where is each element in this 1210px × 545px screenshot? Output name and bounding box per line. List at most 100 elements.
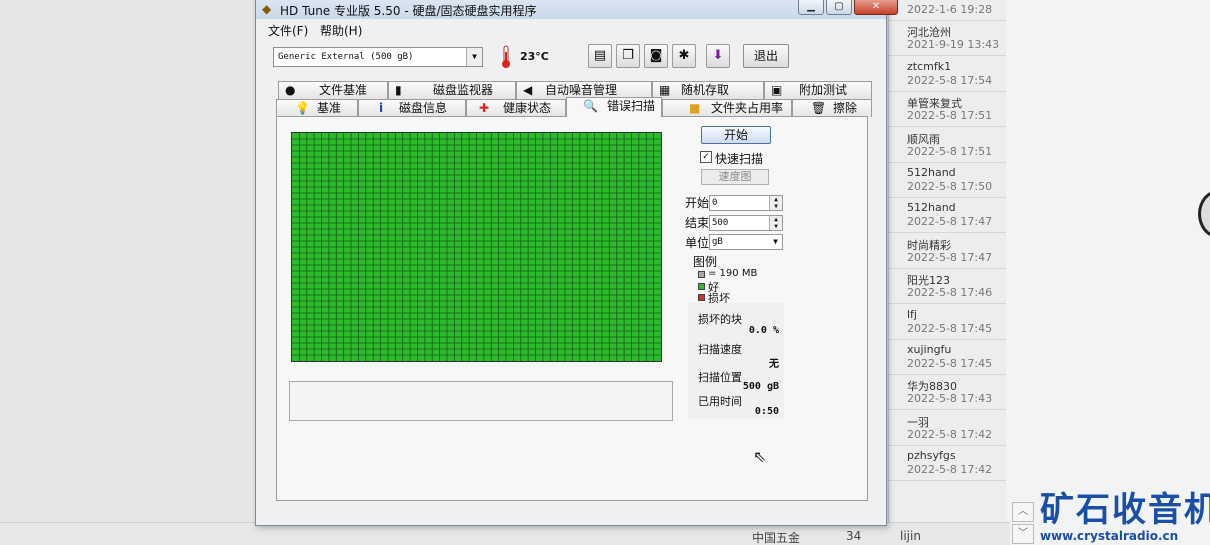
error-scan-panel: 开始 ✓ 快速扫描 速度图 开始 0 ▲ ▼ 结束 500 ▲ ▼ 单位 gB ▼ … (276, 116, 868, 501)
list-item-date: 2021-9-19 13:43 (907, 38, 1000, 52)
list-item[interactable]: 512hand 2022-5-8 17:47 (889, 198, 1007, 234)
watermark-brand: 矿石收音机 (1040, 490, 1210, 530)
start-field-label: 开始 (685, 196, 710, 210)
list-item-date: 2022-5-8 17:50 (907, 180, 993, 193)
screenshot-icon[interactable]: ◙ (644, 44, 668, 68)
scan-status-box (289, 381, 673, 421)
list-item-date: 2022-5-8 17:54 (907, 73, 993, 87)
minimize-button[interactable]: ▁ (798, 0, 824, 15)
list-item-date: 2022-5-8 17:42 (907, 427, 993, 441)
maximize-button[interactable]: ▢ (826, 0, 852, 15)
list-item[interactable]: ztcmfk1 2022-5-8 17:54 (889, 57, 1007, 92)
scan-stats: 损坏的块 0.0 % 扫描速度 无 扫描位置 500 gB 已用时间 0:50 (688, 303, 784, 419)
list-item-date: 2022-5-8 17:45 (907, 357, 993, 370)
start-scan-button[interactable]: 开始 (701, 126, 771, 144)
title-bar[interactable]: ◆ HD Tune 专业版 5.50 - 硬盘/固态硬盘实用程序 ▁ ▢ ✕ (256, 0, 898, 19)
app-icon: ◆ (262, 2, 272, 16)
list-item[interactable]: 时尚精彩 2022-5-8 17:47 (889, 234, 1007, 269)
watermark-url: www.crystalradio.cn (1040, 529, 1179, 543)
exit-button[interactable]: 退出 (743, 44, 789, 68)
list-item[interactable]: 阳光123 2022-5-8 17:46 (889, 269, 1007, 305)
speed-map-button[interactable]: 速度图 (701, 169, 769, 185)
thermometer-icon (502, 45, 510, 68)
list-item[interactable]: 2022-1-6 19:28 (889, 0, 1007, 21)
quick-scan-label: 快速扫描 (715, 152, 764, 166)
list-item[interactable]: 一羽 2022-5-8 17:42 (889, 411, 1007, 446)
scan-speed-value: 无 (769, 359, 779, 370)
browser-margin (1006, 0, 1210, 545)
extra-tests-icon: ▣ (771, 83, 783, 97)
copy-info-icon[interactable]: ▤ (588, 44, 612, 68)
close-button[interactable]: ✕ (854, 0, 898, 15)
window-title: HD Tune 专业版 5.50 - 硬盘/固态硬盘实用程序 (280, 4, 537, 18)
tab-erase[interactable]: 🗑 擦除 (792, 99, 872, 117)
scan-speed-label: 扫描速度 (698, 343, 742, 356)
list-item-date: 2022-5-8 17:46 (907, 286, 993, 300)
list-item[interactable]: xujingfu 2022-5-8 17:45 (889, 340, 1007, 375)
scroll-up-icon[interactable]: ︿ (1012, 502, 1034, 522)
end-field[interactable]: 500 ▲ ▼ (709, 215, 783, 231)
list-item[interactable]: 512hand 2022-5-8 17:50 (889, 163, 1007, 198)
list-item-date: 2022-5-8 17:47 (907, 250, 993, 264)
drive-select-value: Generic External (500 gB) (278, 52, 414, 62)
tab-disk-info[interactable]: i 磁盘信息 (358, 99, 466, 117)
file-benchmark-icon: ● (285, 83, 296, 97)
spinner-icon[interactable]: ▲ ▼ (769, 196, 782, 210)
start-field[interactable]: 0 ▲ ▼ (709, 195, 783, 211)
list-item[interactable]: pzhsyfgs 2022-5-8 17:42 (889, 446, 1007, 482)
list-item-name: xujingfu (907, 343, 952, 356)
list-item-name: lfj (907, 307, 917, 321)
tab-file-benchmark[interactable]: ● 文件基准 (278, 81, 388, 99)
folder-icon: ■ (689, 101, 701, 115)
list-item-date: 2022-1-6 19:28 (907, 3, 993, 16)
drive-select[interactable]: Generic External (500 gB) ▼ (273, 47, 483, 67)
trash-icon: 🗑 (811, 101, 827, 115)
copy-all-icon[interactable]: ❐ (616, 44, 640, 68)
spinner-icon[interactable]: ▲ ▼ (769, 216, 782, 230)
list-item-date: 2022-5-8 17:51 (907, 144, 993, 158)
magnifier-icon: 🔍 (583, 99, 598, 113)
list-item[interactable]: lfj 2022-5-8 17:45 (889, 305, 1007, 340)
end-field-value: 500 (712, 218, 729, 228)
scan-position-label: 扫描位置 (698, 371, 742, 384)
bottom-text-2: 34 (846, 529, 862, 543)
mouse-cursor-icon: ⇖ (753, 447, 767, 466)
tab-error-scan[interactable]: 🔍 错误扫描 (566, 97, 662, 117)
elapsed-time-value: 0:50 (754, 406, 779, 417)
list-item-date: 2022-5-8 17:47 (907, 215, 993, 229)
legend-good-swatch (698, 283, 705, 290)
tab-extra-tests[interactable]: ▣ 附加测试 (764, 81, 872, 99)
menu-file[interactable]: 文件(F) (268, 22, 308, 39)
end-field-label: 结束 (685, 216, 710, 230)
bar-chart-icon: ▮ (395, 83, 402, 97)
menu-help[interactable]: 帮助(H) (320, 22, 362, 39)
elapsed-time-label: 已用时间 (698, 395, 742, 408)
health-cross-icon: ✚ (479, 101, 490, 115)
tab-disk-monitor[interactable]: ▮ 磁盘监视器 (388, 81, 516, 99)
list-item-date: 2022-5-8 17:45 (907, 321, 993, 335)
start-field-value: 0 (712, 198, 718, 208)
tab-health[interactable]: ✚ 健康状态 (466, 99, 566, 117)
lightbulb-icon: 💡 (295, 101, 310, 115)
list-item[interactable]: 河北沧州 2021-9-19 13:43 (889, 21, 1007, 57)
damaged-blocks-label: 损坏的块 (698, 313, 742, 326)
list-item[interactable]: 顺风雨 2022-5-8 17:51 (889, 128, 1007, 163)
options-icon[interactable]: ✱ (672, 44, 696, 68)
list-item-name: 512hand (907, 201, 956, 215)
tab-benchmark[interactable]: 💡 基准 (276, 99, 358, 117)
temperature-readout: 23°C (520, 50, 549, 63)
damaged-blocks-value: 0.0 % (748, 325, 779, 336)
save-down-icon[interactable]: ⬇ (706, 44, 730, 68)
scan-position-value: 500 gB (742, 381, 779, 392)
list-item-name: ztcmfk1 (907, 59, 952, 73)
quick-scan-checkbox[interactable]: ✓ (700, 151, 712, 163)
tab-folder-usage[interactable]: ■ 文件夹占用率 (662, 99, 792, 117)
site-watermark: 矿石收音机 www.crystalradio.cn (1040, 482, 1210, 543)
list-item[interactable]: 单管来复式 2022-5-8 17:51 (889, 92, 1007, 128)
list-item[interactable]: 华为8830 2022-5-8 17:43 (889, 375, 1007, 411)
forum-reply-list: 2022-1-6 19:28 河北沧州 2021-9-19 13:43 ztcmfk1… (888, 0, 1007, 545)
speaker-icon: ◀ (523, 83, 533, 97)
scan-block-map (291, 132, 662, 362)
scroll-down-icon[interactable]: ﹀ (1012, 524, 1034, 544)
tab-random-access[interactable]: ▦ 随机存取 (652, 81, 764, 99)
